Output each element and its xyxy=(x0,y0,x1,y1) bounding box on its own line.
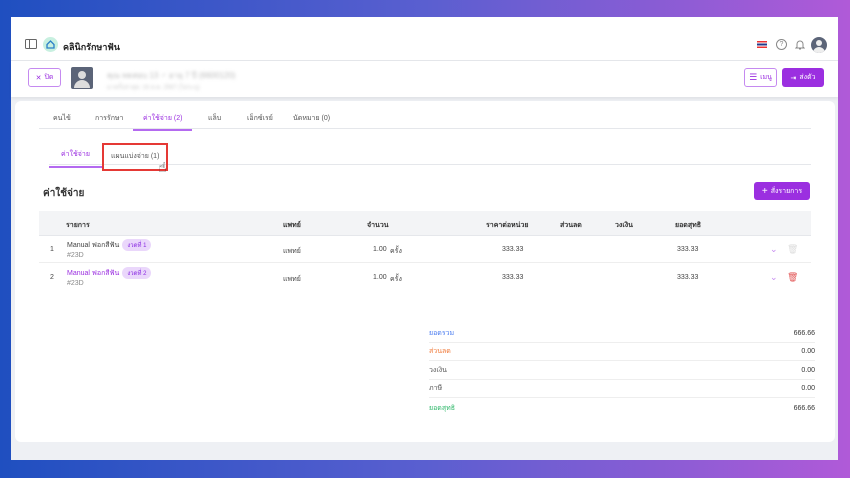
send-button[interactable]: ⇥ ส่งตัว xyxy=(782,68,824,87)
item-code: #23D xyxy=(67,280,84,287)
logout-icon: ⇥ xyxy=(790,74,797,82)
add-item-button[interactable]: + สั่งรายการ xyxy=(754,182,810,200)
top-bar: คลินิกรักษาฟัน ? xyxy=(11,17,838,61)
help-icon[interactable]: ? xyxy=(776,39,787,50)
tab-expenses[interactable]: ค่าใช้จ่าย (2) xyxy=(133,113,193,131)
app-window: คลินิกรักษาฟัน ? ✕ ปิด คุณ ทดสอบ 13 ♂ อาย… xyxy=(11,17,838,460)
hand-cursor-icon: ☝ xyxy=(158,159,167,175)
summary-label: วงเงิน xyxy=(429,367,447,374)
col-discount: ส่วนลด xyxy=(560,222,582,229)
chevron-down-icon[interactable]: ⌄ xyxy=(770,272,778,283)
row-number: 1 xyxy=(50,246,54,253)
section-title: ค่าใช้จ่าย xyxy=(43,188,85,199)
unit-price: 333.33 xyxy=(502,274,524,281)
expenses-table: รายการ แพทย์ จำนวน ราคาต่อหน่วย ส่วนลด ว… xyxy=(39,211,811,291)
plus-icon: + xyxy=(761,185,768,197)
installment-badge: งวดที่ 2 xyxy=(122,267,152,279)
send-label: ส่งตัว xyxy=(799,74,816,81)
row-number: 2 xyxy=(50,274,54,281)
sidebar-toggle-icon[interactable] xyxy=(25,39,37,49)
doctor: แพทย์ xyxy=(283,276,301,283)
summary-total: ยอดรวม 666.66 xyxy=(429,325,815,343)
col-net: ยอดสุทธิ xyxy=(675,222,702,229)
patient-subtitle: มาครั้งล่าสุด: 16 ส.ค. 2567 (ไม่ระบุ) xyxy=(107,85,200,91)
tab-lab[interactable]: แล็บ xyxy=(208,113,221,124)
qty: 1.00 xyxy=(373,274,387,281)
tab-patient[interactable]: คนไข้ xyxy=(53,113,71,124)
net: 333.33 xyxy=(677,274,699,281)
close-label: ปิด xyxy=(44,74,54,81)
unit-price: 333.33 xyxy=(502,246,524,253)
clinic-name: คลินิกรักษาฟัน xyxy=(63,42,120,52)
summary-label: ยอดสุทธิ xyxy=(429,404,456,412)
unit: ครั้ง xyxy=(390,248,402,255)
summary-discount: ส่วนลด 0.00 xyxy=(429,343,815,361)
subtab-expenses[interactable]: ค่าใช้จ่าย xyxy=(49,149,102,168)
doctor: แพทย์ xyxy=(283,248,301,255)
close-button[interactable]: ✕ ปิด xyxy=(28,68,61,87)
col-doctor: แพทย์ xyxy=(283,222,301,229)
trash-icon[interactable]: 🗑 xyxy=(787,244,798,255)
tab-treatment[interactable]: การรักษา xyxy=(95,113,123,124)
summary-value: 0.00 xyxy=(801,367,815,374)
add-item-label: สั่งรายการ xyxy=(770,187,803,195)
item-code: #23D xyxy=(67,252,84,259)
table-row[interactable]: 2 Manual ฟอกสีฟัน งวดที่ 2 #23D แพทย์ 1.0… xyxy=(39,264,811,291)
summary-label: ส่วนลด xyxy=(429,348,451,355)
tab-xray[interactable]: เอ็กซ์เรย์ xyxy=(247,113,273,124)
tab-appointments[interactable]: นัดหมาย (0) xyxy=(293,113,330,124)
patient-avatar xyxy=(71,67,93,89)
col-unit-price: ราคาต่อหน่วย xyxy=(486,222,529,229)
table-row[interactable]: 1 Manual ฟอกสีฟัน งวดที่ 1 #23D แพทย์ 1.0… xyxy=(39,236,811,263)
menu-icon: ☰ xyxy=(749,72,758,82)
unit: ครั้ง xyxy=(390,276,402,283)
summary-value: 666.66 xyxy=(793,404,815,412)
summary-value: 0.00 xyxy=(801,385,815,392)
col-qty: จำนวน xyxy=(367,222,389,229)
menu-button[interactable]: ☰ เมนู xyxy=(744,68,777,87)
trash-icon[interactable]: 🗑 xyxy=(787,272,798,283)
item-name: Manual ฟอกสีฟัน xyxy=(67,242,120,249)
thai-flag-icon[interactable] xyxy=(757,41,767,48)
table-header: รายการ แพทย์ จำนวน ราคาต่อหน่วย ส่วนลด ว… xyxy=(39,211,811,236)
patient-name: คุณ ทดสอบ 13 ♂ อายุ 7 ปี (6600120) xyxy=(107,71,236,80)
menu-label: เมนู xyxy=(760,74,772,81)
summary-credit: วงเงิน 0.00 xyxy=(429,362,815,380)
user-avatar[interactable] xyxy=(811,37,827,53)
bell-icon[interactable] xyxy=(795,39,805,50)
summary-label: ยอดรวม xyxy=(429,330,455,337)
qty: 1.00 xyxy=(373,246,387,253)
patient-bar: ✕ ปิด คุณ ทดสอบ 13 ♂ อายุ 7 ปี (6600120) … xyxy=(11,61,838,97)
summary-net: ยอดสุทธิ 666.66 xyxy=(429,399,815,417)
chevron-down-icon[interactable]: ⌄ xyxy=(770,244,778,255)
summary-tax: ภาษี 0.00 xyxy=(429,380,815,398)
installment-badge: งวดที่ 1 xyxy=(122,239,152,251)
content-card: คนไข้ การรักษา ค่าใช้จ่าย (2) แล็บ เอ็กซ… xyxy=(15,101,835,442)
col-item: รายการ xyxy=(66,222,90,229)
net: 333.33 xyxy=(677,246,699,253)
close-icon: ✕ xyxy=(35,74,42,82)
summary-value: 0.00 xyxy=(801,348,815,355)
summary-label: ภาษี xyxy=(429,385,443,392)
summary-value: 666.66 xyxy=(793,330,815,337)
item-name[interactable]: Manual ฟอกสีฟัน xyxy=(67,270,119,277)
clinic-logo-icon xyxy=(43,37,58,52)
col-credit: วงเงิน xyxy=(615,222,633,229)
